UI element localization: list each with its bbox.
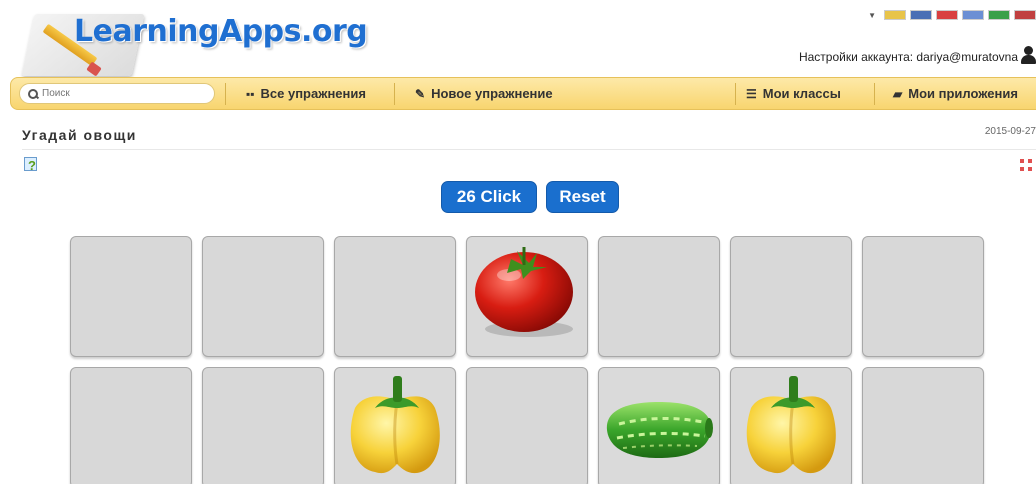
language-flag-icon[interactable] <box>884 10 906 20</box>
nav-my-apps-label: Мои приложения <box>908 86 1018 101</box>
help-icon[interactable]: ? <box>24 157 40 173</box>
language-flag-icon[interactable] <box>1014 10 1036 20</box>
nav-my-apps[interactable]: ▰ Мои приложения <box>875 78 1018 109</box>
memory-card[interactable] <box>70 236 192 357</box>
nav-all-exercises[interactable]: ▪▪ Все упражнения <box>236 78 394 109</box>
nav-new-exercise-label: Новое упражнение <box>431 86 553 101</box>
list-icon: ☰ <box>746 86 757 101</box>
main-navbar: ▪▪ Все упражнения ✎ Новое упражнение ☰ М… <box>10 77 1036 110</box>
memory-card[interactable] <box>202 236 324 357</box>
memory-card[interactable] <box>730 236 852 357</box>
memory-card[interactable] <box>862 236 984 357</box>
logo[interactable]: LearningApps.org <box>0 0 380 78</box>
memory-card-yellow-pepper[interactable] <box>730 367 852 484</box>
memory-card[interactable] <box>862 367 984 484</box>
click-counter-button[interactable]: 26 Click <box>441 181 537 213</box>
language-selector[interactable]: ▼ <box>868 10 1036 20</box>
language-flag-icon[interactable] <box>988 10 1010 20</box>
logo-text: LearningApps.org <box>74 14 368 49</box>
memory-card[interactable] <box>334 236 456 357</box>
user-icon[interactable] <box>1020 46 1036 64</box>
nav-new-exercise[interactable]: ✎ Новое упражнение <box>395 78 735 109</box>
fullscreen-icon[interactable] <box>1020 159 1032 171</box>
memory-card-yellow-pepper[interactable] <box>334 367 456 484</box>
memory-card-cucumber[interactable] <box>598 367 720 484</box>
account-settings-link[interactable]: Настройки аккаунта: dariya@muratovna <box>799 50 1018 64</box>
memory-card[interactable] <box>202 367 324 484</box>
memory-card[interactable] <box>70 367 192 484</box>
memory-card[interactable] <box>466 367 588 484</box>
memory-card-tomato[interactable] <box>466 236 588 357</box>
memory-card[interactable] <box>598 236 720 357</box>
search-box[interactable] <box>19 83 215 104</box>
pencil-icon: ✎ <box>415 86 426 101</box>
language-flag-icon[interactable] <box>910 10 932 20</box>
nav-my-classes[interactable]: ☰ Мои классы <box>736 78 874 109</box>
folder-icon: ▰ <box>893 86 903 101</box>
language-flag-icon[interactable] <box>962 10 984 20</box>
nav-my-classes-label: Мои классы <box>762 86 841 101</box>
app-date: 2015-09-27 <box>984 126 1036 137</box>
nav-divider <box>225 82 226 105</box>
page-title: Угадай овощи <box>22 127 137 143</box>
search-input[interactable] <box>42 88 192 99</box>
reset-button[interactable]: Reset <box>546 181 619 213</box>
dropdown-arrow-icon[interactable]: ▼ <box>868 11 876 20</box>
title-divider <box>22 149 1036 150</box>
search-icon <box>28 88 38 99</box>
grid-icon: ▪▪ <box>246 86 255 101</box>
language-flag-icon[interactable] <box>936 10 958 20</box>
nav-all-exercises-label: Все упражнения <box>260 86 366 101</box>
